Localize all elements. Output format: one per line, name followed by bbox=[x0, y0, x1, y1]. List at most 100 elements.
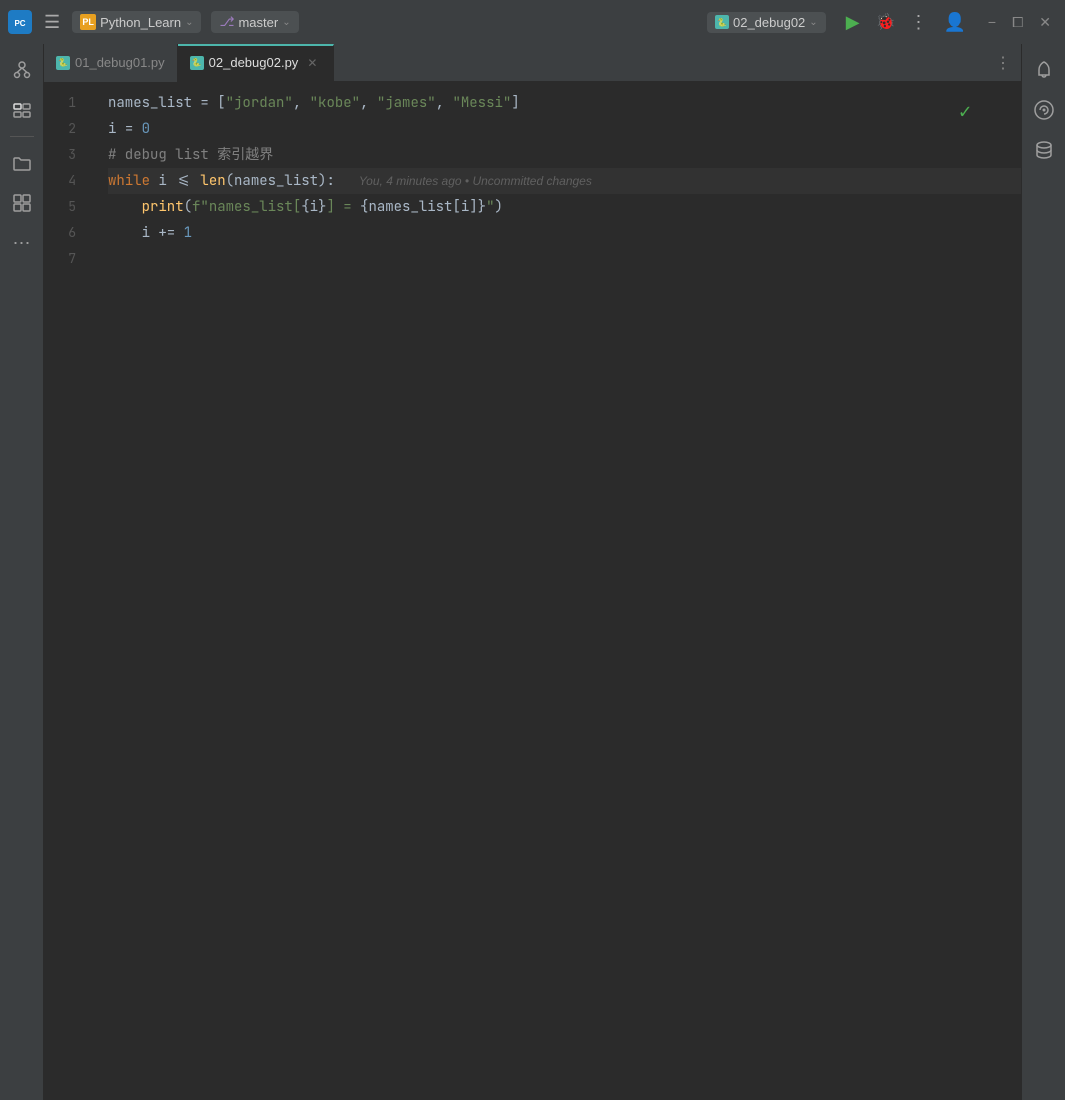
titlebar: PC ☰ PL Python_Learn ⌄ ⎇ master ⌄ 🐍 02_d… bbox=[0, 0, 1065, 44]
line-num-7: 7 bbox=[44, 246, 84, 272]
code-token: # debug list 索引越界 bbox=[108, 142, 273, 168]
line-num-4: 4 bbox=[44, 168, 84, 194]
ai-assistant-icon[interactable] bbox=[1026, 92, 1062, 128]
line-num-1: 1 bbox=[44, 90, 84, 116]
code-token: " bbox=[486, 194, 494, 220]
code-token: names_list bbox=[108, 90, 200, 116]
tab-label-debug01: 01_debug01.py bbox=[75, 55, 165, 70]
plugins-icon[interactable] bbox=[4, 185, 40, 221]
code-token: i bbox=[158, 168, 175, 194]
project-icon: PL bbox=[80, 14, 96, 30]
code-token bbox=[108, 194, 142, 220]
branch-chevron-icon: ⌄ bbox=[282, 17, 290, 28]
editor-area: 🐍 01_debug01.py 🐍 02_debug02.py ✕ ⋮ 1 2 … bbox=[44, 44, 1021, 1100]
app-logo: PC bbox=[8, 10, 32, 34]
main-layout: ⋯ 🐍 01_debug01.py 🐍 02_debug02.py ✕ ⋮ 1 … bbox=[0, 44, 1065, 1100]
code-editor[interactable]: 1 2 3 4 5 6 7 names_list = ["jordan", "k… bbox=[44, 82, 1021, 1100]
tab-debug01[interactable]: 🐍 01_debug01.py bbox=[44, 44, 178, 82]
project-selector[interactable]: PL Python_Learn ⌄ bbox=[72, 11, 201, 33]
more-actions-button[interactable]: ⋮ bbox=[905, 8, 931, 37]
code-token: ) bbox=[494, 194, 502, 220]
code-token: [ bbox=[452, 194, 460, 220]
line-numbers: 1 2 3 4 5 6 7 bbox=[44, 82, 92, 1100]
code-token: = bbox=[125, 116, 142, 142]
code-token: = bbox=[200, 90, 217, 116]
code-token: : bbox=[326, 168, 334, 194]
code-token: "james" bbox=[377, 90, 436, 116]
code-line-3: # debug list 索引越界 bbox=[108, 142, 1021, 168]
code-token: "kobe" bbox=[310, 90, 360, 116]
file-tab-icon: 🐍 bbox=[715, 15, 729, 29]
code-token: names_list bbox=[368, 194, 452, 220]
tab-close-button[interactable]: ✕ bbox=[303, 54, 321, 72]
notifications-icon[interactable] bbox=[1026, 52, 1062, 88]
hamburger-menu[interactable]: ☰ bbox=[38, 8, 66, 37]
branch-name: master bbox=[238, 15, 278, 30]
code-token: "Messi" bbox=[452, 90, 511, 116]
current-file-selector[interactable]: 🐍 02_debug02 ⌄ bbox=[707, 12, 826, 33]
code-line-6: i += 1 bbox=[108, 220, 1021, 246]
titlebar-actions: ▶ 🐞 ⋮ bbox=[840, 8, 932, 37]
code-token: while bbox=[108, 168, 158, 194]
git-annotation: You, 4 minutes ago • Uncommitted changes bbox=[359, 168, 592, 194]
database-icon[interactable] bbox=[1026, 132, 1062, 168]
code-line-1: names_list = ["jordan", "kobe", "james",… bbox=[108, 90, 1021, 116]
vcs-icon[interactable] bbox=[4, 52, 40, 88]
more-tools-icon[interactable]: ⋯ bbox=[4, 225, 40, 261]
tabs-bar: 🐍 01_debug01.py 🐍 02_debug02.py ✕ ⋮ bbox=[44, 44, 1021, 82]
code-line-5: print(f"names_list[{i}] = {names_list[i]… bbox=[108, 194, 1021, 220]
code-token: 0 bbox=[142, 116, 150, 142]
code-token: print bbox=[142, 194, 184, 220]
code-token: , bbox=[293, 90, 310, 116]
maximize-button[interactable]: ⧠ bbox=[1006, 12, 1029, 33]
code-content[interactable]: names_list = ["jordan", "kobe", "james",… bbox=[92, 82, 1021, 1100]
code-token: f"names_list[ bbox=[192, 194, 301, 220]
code-token: [ bbox=[217, 90, 225, 116]
line-num-3: 3 bbox=[44, 142, 84, 168]
tab-icon-debug01: 🐍 bbox=[56, 56, 70, 70]
code-token: "jordan" bbox=[226, 90, 293, 116]
tabs-more-button[interactable]: ⋮ bbox=[985, 53, 1021, 73]
branch-icon: ⎇ bbox=[219, 14, 234, 30]
minimize-button[interactable]: − bbox=[982, 12, 1002, 33]
code-token: , bbox=[436, 90, 453, 116]
code-token: { bbox=[360, 194, 368, 220]
structure-icon[interactable] bbox=[4, 92, 40, 128]
tab-debug02[interactable]: 🐍 02_debug02.py ✕ bbox=[178, 44, 335, 82]
run-button[interactable]: ▶ bbox=[840, 8, 866, 37]
code-token: ] = bbox=[326, 194, 360, 220]
code-token: i bbox=[310, 194, 318, 220]
folder-icon[interactable] bbox=[4, 145, 40, 181]
branch-selector[interactable]: ⎇ master ⌄ bbox=[211, 11, 298, 33]
right-sidebar bbox=[1021, 44, 1065, 1100]
code-token: { bbox=[301, 194, 309, 220]
code-line-4: while i <= len(names_list): You, 4 minut… bbox=[108, 168, 1021, 194]
code-token: len bbox=[200, 168, 225, 194]
line-num-5: 5 bbox=[44, 194, 84, 220]
code-token: i bbox=[108, 116, 125, 142]
code-token: ) bbox=[318, 168, 326, 194]
svg-text:PC: PC bbox=[14, 19, 25, 28]
code-token: ( bbox=[226, 168, 234, 194]
user-button[interactable]: 👤 bbox=[937, 8, 971, 37]
debug-button[interactable]: 🐞 bbox=[870, 8, 902, 36]
code-line-7 bbox=[108, 246, 1021, 272]
code-token: <= bbox=[175, 168, 200, 194]
close-button[interactable]: ✕ bbox=[1033, 12, 1057, 33]
activity-bar: ⋯ bbox=[0, 44, 44, 1100]
code-token: names_list bbox=[234, 168, 318, 194]
code-token: i bbox=[461, 194, 469, 220]
tab-label-debug02: 02_debug02.py bbox=[209, 55, 299, 70]
code-token: ]} bbox=[469, 194, 486, 220]
code-token: , bbox=[360, 90, 377, 116]
code-token: } bbox=[318, 194, 326, 220]
line-num-6: 6 bbox=[44, 220, 84, 246]
tab-icon-debug02: 🐍 bbox=[190, 56, 204, 70]
line-num-2: 2 bbox=[44, 116, 84, 142]
project-chevron-icon: ⌄ bbox=[185, 17, 193, 28]
window-controls: − ⧠ ✕ bbox=[982, 12, 1057, 33]
file-chevron-icon: ⌄ bbox=[809, 17, 817, 28]
current-file-name: 02_debug02 bbox=[733, 15, 805, 30]
project-name: Python_Learn bbox=[100, 15, 181, 30]
code-token: ] bbox=[511, 90, 519, 116]
